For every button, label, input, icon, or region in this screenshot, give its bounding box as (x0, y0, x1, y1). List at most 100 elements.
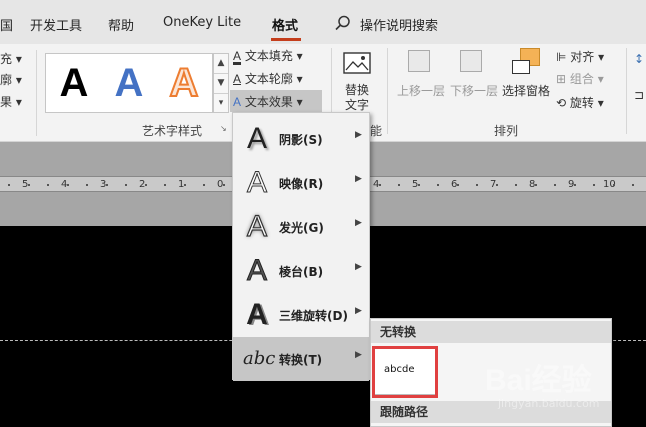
rotate-button[interactable]: ⟲ 旋转 ▾ (556, 94, 604, 111)
search-icon[interactable] (335, 15, 351, 31)
gallery-down-icon[interactable]: ▼ (214, 74, 228, 94)
align-button[interactable]: ⊫ 对齐 ▾ (556, 48, 604, 65)
ruler-tick (534, 184, 537, 186)
ruler-tick (495, 184, 498, 186)
text-fill-button[interactable]: A 文本填充 ▾ (233, 47, 303, 64)
selection-pane-icon-box (512, 60, 530, 74)
ruler-tick (573, 184, 576, 186)
rotate-icon: ⟲ (556, 96, 567, 110)
selection-pane-button[interactable]: 选择窗格 (502, 82, 550, 99)
ruler-tick (203, 184, 205, 186)
width-icon[interactable]: ⊐ (634, 88, 644, 102)
send-backward-icon (460, 50, 482, 72)
ruler-tick (437, 184, 439, 186)
menu-item-glow[interactable]: A 发光(G) ▶ (233, 205, 369, 249)
submenu-arrow-icon: ▶ (355, 174, 362, 184)
wordart-style-gallery: A A A (45, 53, 213, 113)
bring-forward-icon (408, 50, 430, 72)
menu-item-transform[interactable]: abc 转换(T) ▶ (233, 337, 369, 381)
dialog-launcher-icon[interactable]: ↘ (220, 124, 227, 133)
gallery-scroll[interactable]: ▲ ▼ ▾ (213, 53, 229, 113)
ruler-tick (47, 184, 49, 186)
ruler-tick (105, 184, 108, 186)
tab-help[interactable]: 帮助 (108, 15, 134, 34)
text-outline-label: 文本轮廓 (244, 72, 293, 86)
submenu-arrow-icon: ▶ (355, 130, 362, 140)
group-icon: ⊞ (556, 72, 567, 86)
ruler-tick (554, 184, 556, 186)
submenu-arrow-icon: ▶ (355, 218, 362, 228)
search-tell-me[interactable]: 操作说明搜索 (360, 15, 438, 34)
text-fill-icon: A (233, 49, 242, 63)
menu-item-shadow[interactable]: A 阴影(S) ▶ (233, 117, 369, 161)
menu-item-label: 映像(R) (279, 177, 324, 191)
align-label: 对齐 (570, 50, 595, 64)
submenu-arrow-icon: ▶ (355, 262, 362, 272)
accessibility-group-label-cut: 能 (370, 124, 383, 138)
text-effects-icon: A (233, 95, 242, 109)
wordart-styles-group-label: 艺术字样式 (142, 124, 203, 138)
reflection-A-icon: A (246, 166, 267, 200)
watermark-url: jingyan.baidu.com (498, 397, 600, 410)
ruler-tick (8, 184, 10, 186)
ruler-tick (144, 184, 147, 186)
ruler-tick (378, 184, 381, 186)
menu-item-label: 发光(G) (279, 221, 324, 235)
bevel-A-icon: A (246, 254, 267, 288)
menu-item-bevel[interactable]: A 棱台(B) ▶ (233, 249, 369, 293)
3d-rotation-A-icon: A (246, 298, 268, 331)
menu-item-reflection[interactable]: A 映像(R) ▶ (233, 161, 369, 205)
rotate-label: 旋转 (569, 96, 594, 110)
glow-A-icon: A (246, 209, 267, 243)
send-backward-button[interactable]: 下移一层 (450, 82, 498, 99)
no-transform-heading: 无转换 (371, 321, 611, 343)
menu-item-label: 阴影(S) (279, 133, 323, 147)
group-separator (626, 48, 627, 134)
text-effects-button[interactable]: A 文本效果 ▾ (230, 90, 322, 112)
watermark-logo: Bai经验 (485, 364, 592, 397)
bring-forward-button[interactable]: 上移一层 (397, 82, 445, 99)
ruler-tick (515, 184, 517, 186)
text-outline-icon: A (233, 72, 242, 86)
shadow-A-icon: A (246, 122, 267, 155)
shape-effects-button-cut[interactable]: 果 ▾ (0, 93, 22, 110)
active-tab-indicator (271, 38, 301, 41)
ruler-tick (417, 184, 420, 186)
tab-format[interactable]: 格式 (272, 15, 298, 34)
ruler-tick (476, 184, 478, 186)
text-effects-label: 文本效果 (244, 95, 293, 109)
menu-item-label: 转换(T) (279, 353, 323, 367)
submenu-arrow-icon: ▶ (355, 350, 362, 360)
tab-developer[interactable]: 开发工具 (30, 15, 82, 34)
menu-item-3d-rotation[interactable]: A 三维旋转(D) ▶ (233, 293, 369, 337)
group-button[interactable]: ⊞ 组合 ▾ (556, 70, 604, 87)
submenu-arrow-icon: ▶ (355, 306, 362, 316)
text-outline-button[interactable]: A 文本轮廓 ▾ (233, 70, 303, 87)
group-separator (387, 48, 388, 134)
text-fill-label: 文本填充 (244, 49, 293, 63)
ruler-tick (66, 184, 69, 186)
group-separator (36, 50, 37, 136)
ruler-tick (183, 184, 186, 186)
gallery-up-icon[interactable]: ▲ (214, 54, 228, 74)
alt-text-label-2[interactable]: 文字 (345, 96, 369, 113)
gallery-more-icon[interactable]: ▾ (214, 94, 228, 114)
height-icon[interactable]: ↕ (634, 52, 644, 66)
wordart-style-orange-outline[interactable]: A (158, 57, 210, 109)
arrange-group-label: 排列 (494, 124, 519, 138)
ribbon-tab-bar: 国 开发工具 帮助 OneKey Lite 格式 操作说明搜索 (0, 0, 646, 44)
tab-onekey-lite[interactable]: OneKey Lite (163, 15, 241, 30)
menu-item-label: 三维旋转(D) (279, 309, 348, 323)
tab-cut-left[interactable]: 国 (0, 15, 13, 34)
group-label: 组合 (569, 72, 594, 86)
ruler-tick (125, 184, 127, 186)
shape-fill-button-cut[interactable]: 充 ▾ (0, 50, 22, 67)
alt-text-icon[interactable] (343, 52, 373, 78)
wordart-style-black[interactable]: A (48, 57, 100, 109)
wordart-style-blue[interactable]: A (103, 57, 155, 109)
shape-outline-button-cut[interactable]: 廓 ▾ (0, 71, 22, 88)
menu-item-label: 棱台(B) (279, 265, 324, 279)
ruler-tick (27, 184, 30, 186)
ruler-tick (456, 184, 459, 186)
ruler-tick (222, 184, 225, 186)
